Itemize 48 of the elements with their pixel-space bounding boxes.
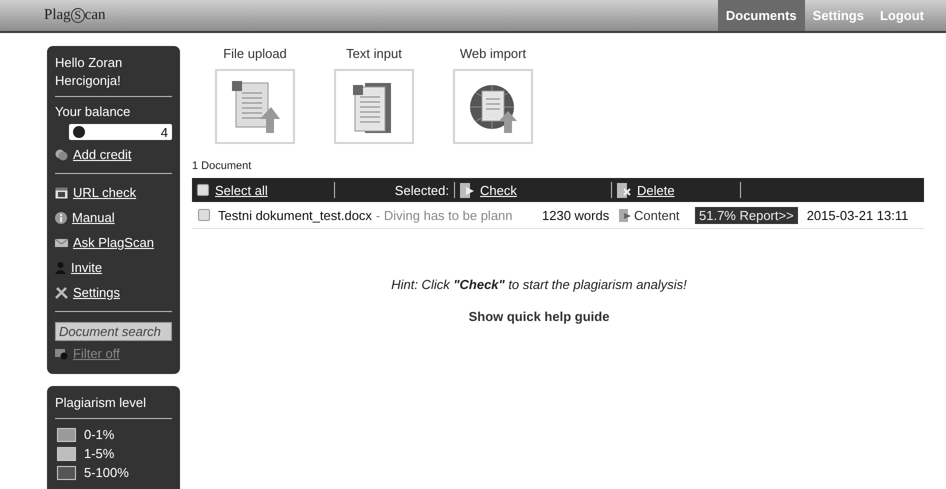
level-label: 1-5% [84,446,114,461]
selected-label: Selected: [394,182,449,198]
coin-icon [73,126,85,138]
search-field[interactable]: Document search [55,322,172,341]
option-label: Text input [346,46,402,61]
sidebar-link[interactable]: Settings [73,285,120,300]
legend-title: Plagiarism level [55,394,148,412]
coins-icon [55,148,68,160]
balance-label: Your balance [55,103,132,121]
select-all-link[interactable]: Select all [215,182,268,198]
sidebar-link[interactable]: Add credit [73,147,132,162]
level-label: 0-1% [84,427,114,442]
option-label: File upload [223,46,287,61]
option-label: Web import [460,46,526,61]
calendar-icon [55,186,68,198]
report-badge[interactable]: 51.7% Report>> [695,206,798,224]
tools-icon [55,286,68,298]
level-label: 5-100% [84,465,129,480]
upload-option-button[interactable] [215,69,295,144]
checkbox[interactable] [198,209,210,221]
content-link[interactable]: Content [619,208,695,222]
nav-tab[interactable]: Documents [718,0,805,31]
person-icon [55,262,66,274]
date-text: 2015-03-21 13:11 [806,208,908,222]
sidebar-link[interactable]: Manual [72,210,115,225]
file-name: Testni dokument_test.docx [218,208,372,222]
help-link[interactable]: Show quick help guide [468,309,610,324]
hint-text: Hint: Click "Check" to start the plagiarism analysis! [391,277,687,292]
document-arrow-icon [460,182,474,198]
action-link[interactable]: Check [480,182,517,198]
document-upload-icon [230,78,280,134]
sidebar-link[interactable]: Ask PlagScan [73,235,154,250]
envelope-icon [55,238,68,248]
logo: Plag S can [44,7,106,24]
document-delete-icon [617,182,631,198]
checkbox[interactable] [197,184,209,196]
sidebar-link[interactable]: URL check [73,185,136,200]
text-preview: - Diving has to be plann [376,208,513,222]
greeting-text: Hello Zoran Hercigonja! [55,54,124,90]
upload-option-button[interactable] [453,69,533,144]
word-count: 1230 words [542,208,610,222]
info-icon [55,212,67,224]
document-count: 1 Document [192,160,252,172]
balance-display: 4 [69,124,172,140]
sidebar-link[interactable]: Invite [71,260,102,275]
upload-option-button[interactable] [334,69,414,144]
folder-icon [55,348,68,360]
action-link[interactable]: Delete [637,182,675,198]
